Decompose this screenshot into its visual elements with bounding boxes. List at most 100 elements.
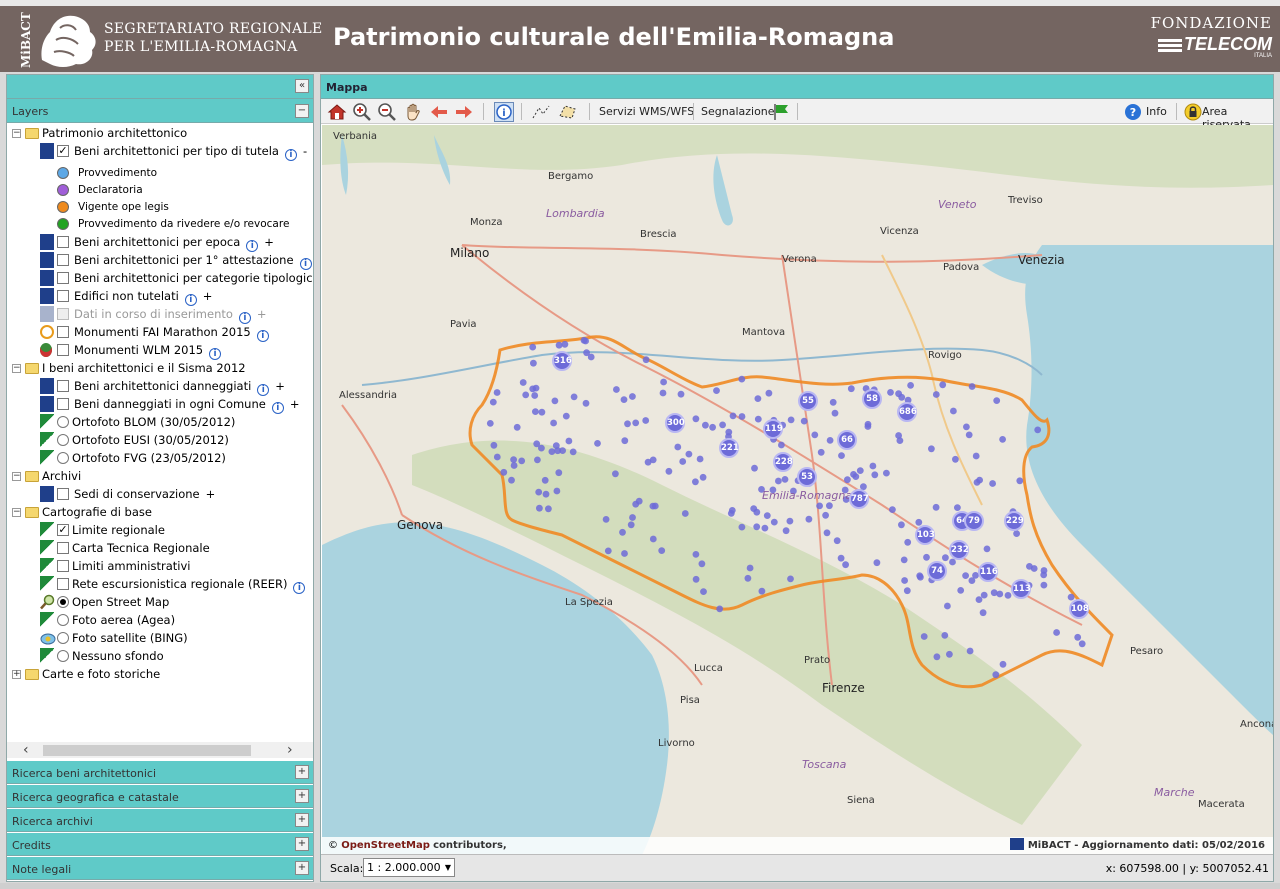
layer-radio[interactable]	[57, 632, 69, 644]
poi-marker[interactable]	[570, 393, 578, 401]
layer-checkbox[interactable]	[57, 542, 69, 554]
poi-marker[interactable]	[920, 633, 928, 640]
poi-marker[interactable]	[837, 554, 845, 562]
poi-marker[interactable]	[702, 421, 709, 429]
poi-marker[interactable]	[613, 386, 620, 393]
layer-checkbox[interactable]	[57, 344, 69, 356]
lock-icon[interactable]	[1183, 102, 1203, 122]
poi-marker[interactable]	[627, 521, 635, 529]
poi-marker[interactable]	[983, 545, 991, 553]
layer-checkbox[interactable]	[57, 254, 69, 266]
info-icon[interactable]: i	[284, 149, 297, 161]
cluster-marker[interactable]: 686	[897, 402, 917, 422]
poi-marker[interactable]	[553, 487, 561, 495]
poi-marker[interactable]	[928, 445, 935, 453]
expand-icon[interactable]: +	[12, 670, 21, 679]
poi-marker[interactable]	[665, 467, 673, 475]
poi-marker[interactable]	[709, 423, 716, 431]
poi-marker[interactable]	[545, 505, 552, 513]
layer-radio[interactable]	[57, 650, 69, 662]
poi-marker[interactable]	[761, 524, 769, 532]
layer-checkbox[interactable]: ✓	[57, 145, 69, 157]
layer-checkbox[interactable]	[57, 326, 69, 338]
poi-marker[interactable]	[698, 560, 706, 568]
poi-marker[interactable]	[550, 419, 557, 427]
double-chevron-left-icon[interactable]: «	[295, 79, 309, 93]
poi-marker[interactable]	[896, 437, 904, 444]
poi-marker[interactable]	[559, 447, 566, 454]
poi-marker[interactable]	[942, 554, 949, 562]
accordion-ricerca-archivi[interactable]: Ricerca archivi +	[7, 809, 313, 832]
poi-marker[interactable]	[782, 527, 790, 535]
poi-marker[interactable]	[869, 462, 877, 470]
poi-marker[interactable]	[898, 521, 905, 529]
cluster-marker[interactable]: 53	[797, 467, 817, 487]
poi-marker[interactable]	[529, 385, 537, 393]
info-icon[interactable]: i	[256, 330, 269, 342]
poi-marker[interactable]	[531, 392, 539, 399]
wms-services-button[interactable]: Servizi WMS/WFS	[599, 105, 694, 118]
poi-marker[interactable]	[817, 448, 825, 456]
expand-legend-icon[interactable]: +	[203, 289, 213, 303]
poi-marker[interactable]	[548, 448, 556, 455]
poi-marker[interactable]	[873, 559, 881, 567]
poi-marker[interactable]	[677, 390, 685, 398]
poi-marker[interactable]	[519, 379, 527, 386]
poi-marker[interactable]	[850, 471, 857, 478]
poi-marker[interactable]	[518, 457, 526, 465]
poi-marker[interactable]	[954, 504, 961, 511]
cluster-marker[interactable]: 116	[978, 562, 998, 582]
expand-icon[interactable]: −	[12, 472, 21, 481]
home-icon[interactable]	[327, 102, 347, 122]
poi-marker[interactable]	[968, 383, 976, 390]
poi-marker[interactable]	[1004, 592, 1012, 599]
expand-plus-icon[interactable]: +	[295, 837, 309, 851]
poi-marker[interactable]	[822, 511, 829, 519]
scroll-left-icon[interactable]: ‹	[23, 742, 29, 758]
poi-marker[interactable]	[1013, 530, 1020, 537]
poi-marker[interactable]	[775, 477, 782, 485]
poi-marker[interactable]	[716, 605, 724, 613]
poi-marker[interactable]	[728, 507, 736, 514]
poi-marker[interactable]	[972, 452, 980, 460]
poi-marker[interactable]	[963, 423, 970, 431]
poi-marker[interactable]	[629, 514, 636, 521]
poi-marker[interactable]	[996, 590, 1004, 598]
poi-marker[interactable]	[552, 442, 560, 449]
cluster-marker[interactable]: 74	[927, 561, 947, 581]
poi-marker[interactable]	[542, 490, 550, 498]
expand-plus-icon[interactable]: +	[295, 861, 309, 875]
poi-marker[interactable]	[856, 467, 864, 474]
poi-marker[interactable]	[887, 389, 894, 396]
poi-marker[interactable]	[916, 572, 924, 580]
poi-marker[interactable]	[992, 671, 1000, 679]
poi-marker[interactable]	[826, 502, 833, 510]
poi-marker[interactable]	[816, 502, 823, 510]
pan-hand-icon[interactable]	[403, 102, 423, 122]
poi-marker[interactable]	[659, 389, 667, 397]
poi-marker[interactable]	[719, 421, 726, 429]
arrow-back-icon[interactable]	[429, 102, 449, 122]
poi-marker[interactable]	[844, 476, 851, 484]
scroll-right-icon[interactable]: ›	[287, 742, 293, 758]
poi-marker[interactable]	[551, 397, 559, 405]
poi-marker[interactable]	[1074, 633, 1082, 641]
poi-marker[interactable]	[770, 518, 778, 526]
poi-marker[interactable]	[900, 556, 908, 564]
poi-marker[interactable]	[713, 387, 720, 394]
layer-checkbox[interactable]	[57, 578, 69, 590]
layer-radio[interactable]	[57, 434, 69, 446]
poi-marker[interactable]	[692, 575, 700, 583]
info-icon[interactable]: i	[293, 582, 306, 594]
poi-marker[interactable]	[993, 397, 1001, 404]
poi-marker[interactable]	[1040, 581, 1048, 589]
poi-marker[interactable]	[632, 500, 640, 508]
poi-marker[interactable]	[941, 632, 949, 639]
poi-marker[interactable]	[962, 572, 969, 579]
poi-marker[interactable]	[729, 412, 737, 420]
zoom-out-icon[interactable]	[377, 102, 397, 122]
poi-marker[interactable]	[642, 417, 650, 424]
poi-marker[interactable]	[530, 359, 537, 367]
poi-marker[interactable]	[692, 478, 699, 486]
poi-marker[interactable]	[538, 408, 546, 416]
